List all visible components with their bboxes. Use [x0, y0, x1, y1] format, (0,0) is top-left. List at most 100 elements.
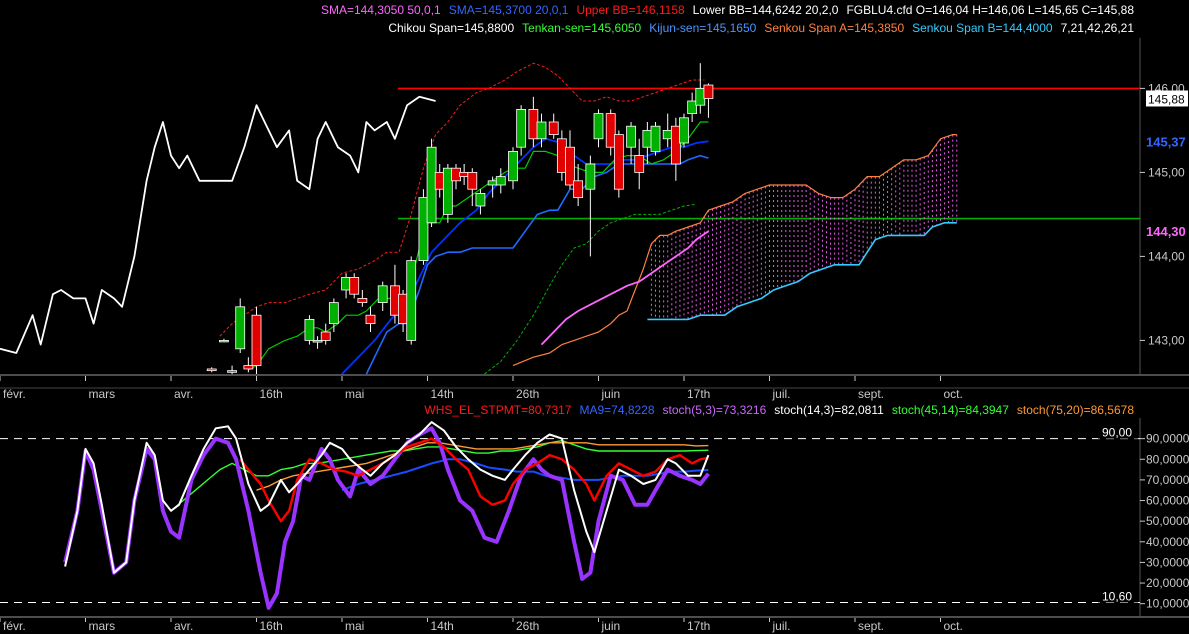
chart-canvas: févr. mars avr. 16th mai 14th 26th juin 17th juil… — [0, 0, 1189, 634]
osc-y-tick-label: 10,0000 — [1146, 597, 1189, 611]
x-tick-label-osc: mai — [345, 619, 364, 633]
x-tick-label-osc: mars — [89, 619, 116, 633]
candle-body — [406, 260, 417, 341]
candle-body — [320, 331, 331, 341]
osc-legend-item: stoch(5,3)=73,3216 — [663, 403, 767, 417]
price-legend-item: Lower BB=144,6242 20,2,0 — [693, 3, 839, 17]
price-tag-label: 145,37 — [1146, 134, 1186, 149]
x-tick-label-price: 17th — [687, 387, 710, 401]
y-tick-label: 144,00 — [1148, 249, 1185, 263]
candle-body — [312, 339, 323, 343]
osc-y-tick-label: 30,0000 — [1146, 555, 1189, 569]
price-legend-item: Chikou Span=145,8800 — [388, 21, 514, 35]
candle-body — [475, 192, 486, 207]
candle-body — [585, 163, 596, 190]
candle-body — [418, 197, 429, 262]
price-legend-item: 7,21,42,26,21 — [1061, 21, 1135, 35]
candle-body — [573, 180, 584, 199]
price-legend-item: FGBLU4.cfd O=146,04 H=146,06 L=145,65 C=… — [846, 3, 1134, 17]
price-legend-item: Senkou Span B=144,4000 — [912, 21, 1053, 35]
candle-body — [206, 368, 217, 372]
candle-body — [605, 113, 616, 148]
candle-body — [703, 84, 714, 99]
price-tag-label: 144,30 — [1146, 224, 1186, 239]
candle-body — [341, 276, 351, 291]
x-tick-label-osc: juin — [601, 619, 621, 633]
candle-body — [426, 146, 437, 224]
candle-body — [516, 109, 527, 148]
candle-body — [251, 314, 262, 367]
osc-level-label: 10,60 — [1102, 589, 1132, 603]
osc-y-tick-label: 60,0000 — [1146, 494, 1189, 508]
x-tick-label-osc: juil. — [772, 619, 791, 633]
x-tick-label-osc: 14th — [431, 619, 454, 633]
candle-body — [227, 370, 237, 373]
x-tick-label-price: oct. — [944, 387, 963, 401]
y-tick-label: 145,00 — [1148, 165, 1185, 179]
candle-body — [459, 171, 470, 177]
candle-body — [357, 297, 368, 303]
price-tag-label: 145,88 — [1148, 92, 1185, 106]
candle-body — [565, 146, 575, 186]
candle-body — [662, 129, 673, 140]
candle-body — [650, 125, 661, 152]
candle-body — [593, 113, 604, 140]
osc-legend-item: WHS_EL_STPMT=80,7317 — [424, 403, 571, 417]
x-tick-label-osc: 26th — [516, 619, 539, 633]
candle-body — [349, 276, 360, 295]
candle-body — [365, 314, 376, 325]
candle-body — [548, 121, 559, 136]
osc-legend-item: stoch(14,3)=82,0811 — [774, 403, 884, 417]
osc-legend-item: stoch(45,14)=84,3947 — [892, 403, 1009, 417]
candle-body — [634, 155, 645, 173]
x-tick-label-price: mars — [89, 387, 116, 401]
price-legend-item: Senkou Span A=145,3850 — [764, 21, 904, 35]
x-tick-label-price: 14th — [431, 387, 454, 401]
x-tick-label-price: juin — [601, 387, 621, 401]
x-tick-label-price: avr. — [174, 387, 193, 401]
osc-level-label: 90,00 — [1102, 426, 1132, 440]
x-tick-label-osc: sept. — [858, 619, 884, 633]
candle-body — [508, 150, 518, 182]
candle-body — [434, 171, 445, 190]
y-tick-label: 143,00 — [1148, 333, 1185, 347]
candle-body — [390, 285, 400, 316]
osc-y-tick-label: 50,0000 — [1146, 514, 1189, 528]
candle-body — [487, 180, 498, 186]
candle-body — [695, 88, 706, 106]
osc-legend-item: MA9=74,8228 — [579, 403, 654, 417]
candle-body — [613, 134, 624, 190]
osc-y-tick-label: 90,0000 — [1146, 432, 1189, 446]
x-tick-label-price: juil. — [772, 387, 791, 401]
candle-body — [398, 293, 408, 325]
candle-body — [528, 109, 539, 140]
candle-body — [219, 339, 229, 343]
candle-body — [626, 125, 636, 148]
osc-y-tick-label: 20,0000 — [1146, 576, 1189, 590]
price-legend-item: SMA=144,3050 50,0,1 — [321, 3, 441, 17]
x-tick-label-price: 16th — [260, 387, 283, 401]
candle-body — [687, 100, 698, 115]
price-legend-item: Tenkan-sen=145,6050 — [522, 21, 641, 35]
candle-body — [328, 302, 339, 325]
x-tick-label-osc: oct. — [944, 619, 963, 633]
candle-body — [451, 167, 461, 182]
x-tick-label-osc: 16th — [260, 619, 283, 633]
candle-body — [235, 306, 246, 350]
osc-y-tick-label: 80,0000 — [1146, 452, 1189, 466]
x-tick-label-price: 26th — [516, 387, 539, 401]
candle-body — [467, 171, 478, 190]
candle-body — [536, 121, 547, 140]
price-legend-item: Kijun-sen=145,1650 — [649, 21, 756, 35]
candle-body — [642, 129, 653, 148]
x-tick-label-osc: févr. — [3, 619, 26, 633]
x-tick-label-price: févr. — [3, 387, 26, 401]
osc-y-tick-label: 70,0000 — [1146, 473, 1189, 487]
osc-y-tick-label: 40,0000 — [1146, 535, 1189, 549]
candle-body — [442, 167, 453, 215]
candle-body — [679, 117, 689, 144]
candle-body — [670, 125, 681, 165]
x-tick-label-osc: 17th — [687, 619, 710, 633]
osc-legend-item: stoch(75,20)=86,5678 — [1017, 403, 1134, 417]
candle-body — [377, 285, 388, 303]
